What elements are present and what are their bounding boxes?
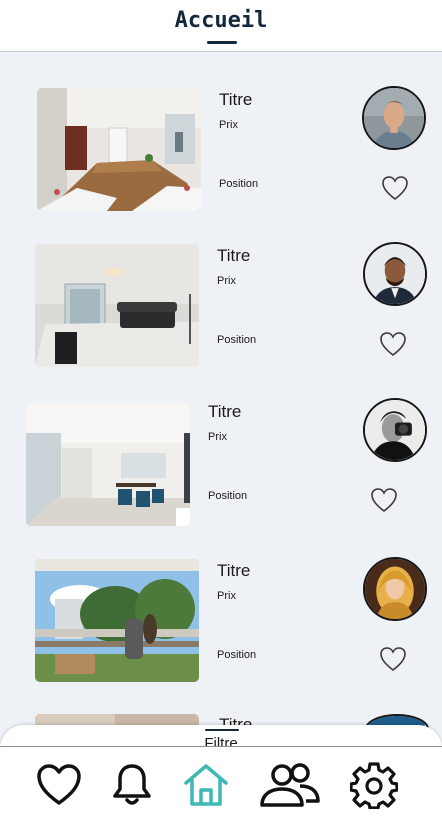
filter-drag-handle[interactable]: [205, 729, 239, 731]
heart-icon: [37, 764, 81, 805]
nav-favorites[interactable]: [35, 761, 83, 809]
listing-card[interactable]: Titre Prix Position: [0, 398, 442, 538]
listing-title: Titre: [219, 90, 253, 109]
listing-price: Prix: [219, 119, 238, 131]
listing-title: Titre: [217, 246, 251, 265]
listing-photo[interactable]: [35, 559, 199, 682]
users-icon: [260, 763, 320, 807]
listing-position: Position: [217, 334, 257, 346]
listing-photo[interactable]: [26, 403, 190, 526]
nav-home[interactable]: [182, 761, 230, 809]
nav-settings[interactable]: [350, 761, 398, 809]
listing-price: Prix: [208, 431, 227, 443]
favorite-heart-icon[interactable]: [370, 487, 398, 513]
listing-photo[interactable]: [35, 244, 199, 367]
nav-community[interactable]: [258, 761, 322, 809]
listing-price: Prix: [217, 590, 236, 602]
owner-avatar[interactable]: [362, 86, 426, 150]
listing-price: Prix: [217, 275, 236, 287]
owner-avatar[interactable]: [363, 242, 427, 306]
listing-position: Position: [219, 178, 259, 190]
app-header: Accueil: [0, 0, 442, 52]
listing-title: Titre: [208, 402, 242, 421]
gear-icon: [350, 762, 398, 809]
page-title: Accueil: [174, 8, 268, 33]
favorite-heart-icon[interactable]: [379, 646, 407, 672]
owner-avatar[interactable]: [363, 557, 427, 621]
listing-card[interactable]: Titre Prix Position: [0, 242, 442, 382]
bell-icon: [113, 764, 151, 805]
nav-notifications[interactable]: [108, 761, 156, 809]
favorite-heart-icon[interactable]: [381, 175, 409, 201]
listing-position: Position: [217, 649, 257, 661]
owner-avatar[interactable]: [363, 398, 427, 462]
listing-position: Position: [208, 490, 248, 502]
bottom-navigation: [0, 746, 442, 820]
listing-photo[interactable]: [37, 88, 201, 211]
listing-card[interactable]: Titre Prix Position: [0, 557, 442, 697]
listing-title: Titre: [217, 561, 251, 580]
listing-card[interactable]: Titre Prix Position: [0, 86, 442, 226]
favorite-heart-icon[interactable]: [379, 331, 407, 357]
home-icon: [184, 764, 228, 806]
title-underline: [207, 41, 237, 44]
